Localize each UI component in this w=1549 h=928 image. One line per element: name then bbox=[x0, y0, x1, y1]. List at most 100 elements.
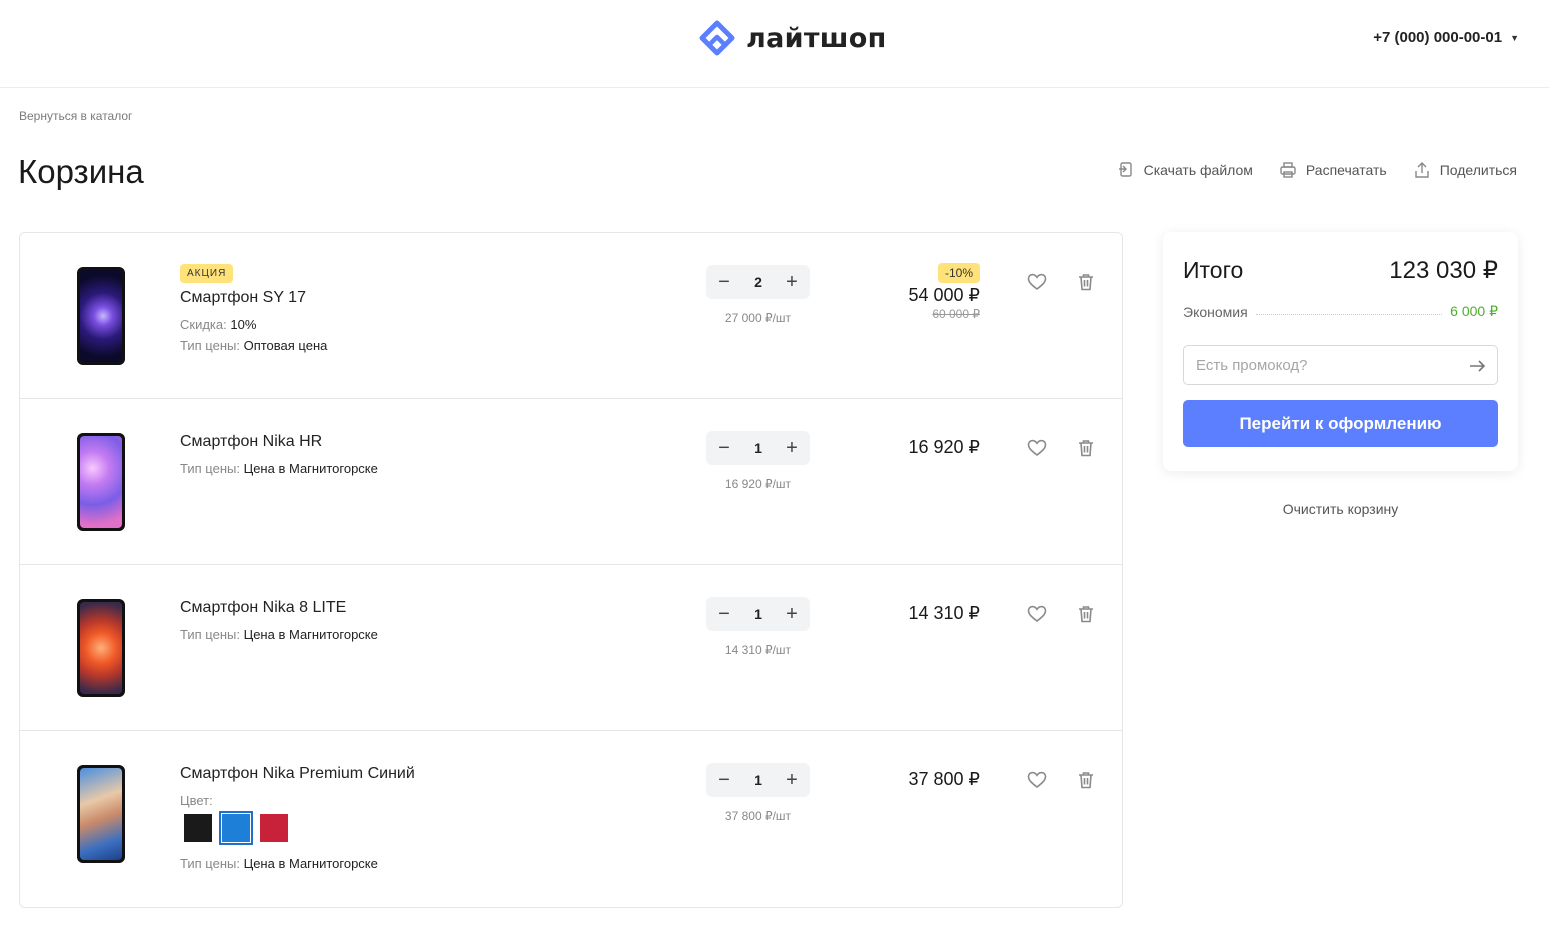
unit-price: 37 800 ₽/шт bbox=[724, 809, 792, 823]
product-name[interactable]: Смартфон Nika 8 LITE bbox=[180, 599, 378, 617]
printer-icon bbox=[1280, 162, 1296, 178]
cart-item: Смартфон Nika HR Тип цены: Цена в Магнит… bbox=[20, 399, 1122, 565]
share-icon bbox=[1414, 162, 1429, 178]
price-block: 14 310 ₽ bbox=[908, 603, 980, 624]
unit-price: 14 310 ₽/шт bbox=[724, 643, 792, 657]
download-file-icon bbox=[1118, 162, 1132, 177]
product-name[interactable]: Смартфон Nika Premium Синий bbox=[180, 765, 415, 783]
heart-icon[interactable] bbox=[1026, 603, 1048, 625]
arrow-right-icon[interactable] bbox=[1467, 356, 1487, 376]
price-type-info: Тип цены: Цена в Магнитогорске bbox=[180, 627, 378, 642]
quantity-stepper: − 1 + bbox=[706, 431, 810, 465]
increase-quantity-button[interactable]: + bbox=[784, 604, 800, 624]
discount-info: Скидка: 10% bbox=[180, 317, 327, 332]
trash-icon[interactable] bbox=[1075, 271, 1097, 293]
decrease-quantity-button[interactable]: − bbox=[716, 770, 732, 790]
heart-icon[interactable] bbox=[1026, 769, 1048, 791]
savings-label: Экономия bbox=[1183, 303, 1248, 320]
phone-number: +7 (000) 000-00-01 bbox=[1373, 29, 1503, 46]
item-price: 54 000 ₽ bbox=[908, 285, 980, 305]
increase-quantity-button[interactable]: + bbox=[784, 770, 800, 790]
color-swatch-blue[interactable] bbox=[219, 811, 253, 845]
cart-item: Смартфон Nika 8 LITE Тип цены: Цена в Ма… bbox=[20, 565, 1122, 731]
total-row: Итого 123 030 ₽ bbox=[1183, 256, 1498, 285]
savings-value: 6 000 ₽ bbox=[1450, 303, 1498, 319]
product-image[interactable] bbox=[77, 765, 125, 863]
quantity-stepper: − 2 + bbox=[706, 265, 810, 299]
unit-price: 16 920 ₽/шт bbox=[724, 477, 792, 491]
product-name[interactable]: Смартфон Nika HR bbox=[180, 433, 378, 451]
logo-icon bbox=[699, 20, 735, 56]
item-price: 37 800 ₽ bbox=[908, 769, 980, 789]
heart-icon[interactable] bbox=[1026, 437, 1048, 459]
increase-quantity-button[interactable]: + bbox=[784, 438, 800, 458]
download-file-label: Скачать файлом bbox=[1143, 162, 1253, 178]
decrease-quantity-button[interactable]: − bbox=[716, 272, 732, 292]
product-image[interactable] bbox=[77, 267, 125, 365]
quantity-value[interactable]: 1 bbox=[743, 606, 773, 622]
share-label: Поделиться bbox=[1439, 162, 1517, 178]
decrease-quantity-button[interactable]: − bbox=[716, 604, 732, 624]
price-type-info: Тип цены: Цена в Магнитогорске bbox=[180, 461, 378, 476]
total-value: 123 030 ₽ bbox=[1389, 257, 1498, 284]
trash-icon[interactable] bbox=[1075, 769, 1097, 791]
heart-icon[interactable] bbox=[1026, 271, 1048, 293]
color-options bbox=[184, 811, 415, 845]
quantity-value[interactable]: 1 bbox=[743, 440, 773, 456]
discount-badge: -10% bbox=[937, 263, 980, 283]
cart-item: АКЦИЯ Смартфон SY 17 Скидка: 10% Тип цен… bbox=[20, 233, 1122, 399]
brand-logo[interactable]: лайтшоп bbox=[698, 20, 887, 56]
price-type-info: Тип цены: Цена в Магнитогорске bbox=[180, 856, 415, 871]
old-price: 60 000 ₽ bbox=[932, 307, 980, 321]
price-type-label: Тип цены: bbox=[180, 461, 240, 476]
item-price: 14 310 ₽ bbox=[908, 603, 980, 623]
unit-price: 27 000 ₽/шт bbox=[724, 311, 792, 325]
price-type-label: Тип цены: bbox=[180, 856, 240, 871]
discount-value: 10% bbox=[230, 317, 257, 332]
print-label: Распечатать bbox=[1305, 162, 1387, 178]
product-image[interactable] bbox=[77, 599, 125, 697]
cart-item: Смартфон Nika Premium Синий Цвет: Тип це… bbox=[20, 731, 1122, 907]
cart-list: АКЦИЯ Смартфон SY 17 Скидка: 10% Тип цен… bbox=[19, 232, 1123, 908]
checkout-button[interactable]: Перейти к оформлению bbox=[1183, 400, 1498, 447]
back-to-catalog-link[interactable]: Вернуться в каталог bbox=[19, 109, 132, 123]
quantity-stepper: − 1 + bbox=[706, 763, 810, 797]
decrease-quantity-button[interactable]: − bbox=[716, 438, 732, 458]
total-label: Итого bbox=[1183, 257, 1244, 283]
promo-code-input[interactable] bbox=[1184, 346, 1497, 384]
price-type-label: Тип цены: bbox=[180, 338, 240, 353]
product-image[interactable] bbox=[77, 433, 125, 531]
price-type-value: Цена в Магнитогорске bbox=[243, 856, 378, 871]
price-type-label: Тип цены: bbox=[180, 627, 240, 642]
page-title: Корзина bbox=[18, 153, 144, 190]
color-label: Цвет: bbox=[180, 793, 213, 808]
price-type-value: Цена в Магнитогорске bbox=[243, 627, 378, 642]
brand-name: лайтшоп bbox=[746, 22, 887, 54]
increase-quantity-button[interactable]: + bbox=[784, 272, 800, 292]
quantity-stepper: − 1 + bbox=[706, 597, 810, 631]
discount-label: Скидка: bbox=[180, 317, 227, 332]
order-summary: Итого 123 030 ₽ Экономия 6 000 ₽ Перейти… bbox=[1163, 232, 1518, 471]
price-type-value: Цена в Магнитогорске bbox=[243, 461, 378, 476]
savings-row: Экономия 6 000 ₽ bbox=[1183, 303, 1498, 320]
price-block: 37 800 ₽ bbox=[908, 769, 980, 790]
price-type-info: Тип цены: Оптовая цена bbox=[180, 338, 327, 353]
site-header: лайтшоп +7 (000) 000-00-01 ▼ bbox=[0, 0, 1549, 88]
quantity-value[interactable]: 2 bbox=[743, 274, 773, 290]
color-swatch-red[interactable] bbox=[260, 814, 288, 842]
download-file-button[interactable]: Скачать файлом bbox=[1117, 161, 1253, 179]
promo-code-field bbox=[1183, 345, 1498, 385]
phone-dropdown[interactable]: +7 (000) 000-00-01 ▼ bbox=[1373, 29, 1519, 46]
promo-badge: АКЦИЯ bbox=[180, 264, 234, 283]
price-block: -10% 54 000 ₽ 60 000 ₽ bbox=[908, 263, 980, 321]
cart-actions: Скачать файлом Распечатать Поделиться bbox=[1117, 161, 1517, 179]
print-button[interactable]: Распечатать bbox=[1279, 161, 1387, 179]
product-name[interactable]: Смартфон SY 17 bbox=[180, 289, 327, 307]
color-swatch-black[interactable] bbox=[184, 814, 212, 842]
quantity-value[interactable]: 1 bbox=[743, 772, 773, 788]
dotted-leader bbox=[1255, 314, 1443, 315]
trash-icon[interactable] bbox=[1075, 603, 1097, 625]
share-button[interactable]: Поделиться bbox=[1413, 161, 1517, 179]
clear-cart-button[interactable]: Очистить корзину bbox=[1163, 501, 1518, 517]
trash-icon[interactable] bbox=[1075, 437, 1097, 459]
